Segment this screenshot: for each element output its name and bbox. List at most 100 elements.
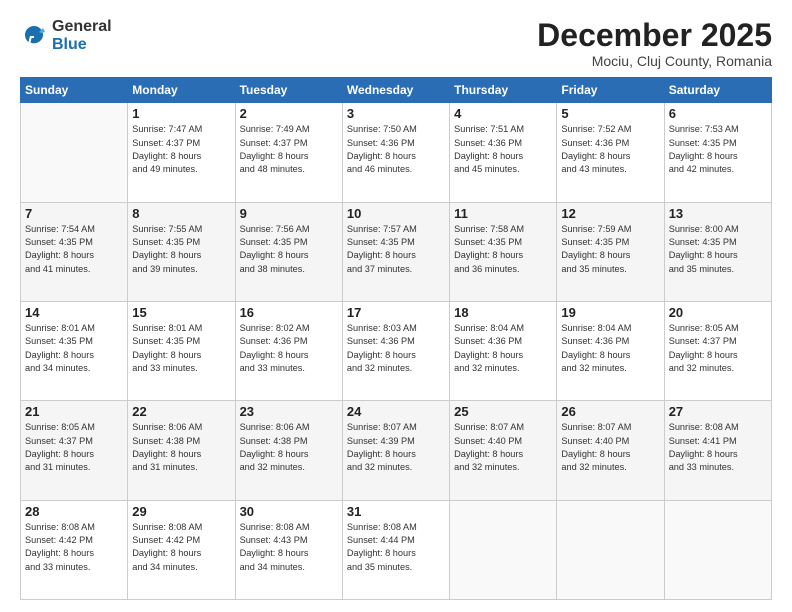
table-row: 13Sunrise: 8:00 AMSunset: 4:35 PMDayligh…	[664, 202, 771, 301]
daylight-text: Daylight: 8 hours	[132, 151, 201, 161]
day-number: 18	[454, 305, 552, 320]
day-number: 2	[240, 106, 338, 121]
day-info: Sunrise: 7:50 AMSunset: 4:36 PMDaylight:…	[347, 123, 445, 176]
day-number: 24	[347, 404, 445, 419]
sunrise-text: Sunrise: 7:53 AM	[669, 124, 739, 134]
day-info: Sunrise: 8:07 AMSunset: 4:40 PMDaylight:…	[454, 421, 552, 474]
daylight-text-2: and 32 minutes.	[561, 363, 626, 373]
sunrise-text: Sunrise: 8:07 AM	[454, 422, 524, 432]
sunrise-text: Sunrise: 8:07 AM	[347, 422, 417, 432]
sunrise-text: Sunrise: 8:04 AM	[561, 323, 631, 333]
sunset-text: Sunset: 4:36 PM	[454, 138, 522, 148]
table-row: 5Sunrise: 7:52 AMSunset: 4:36 PMDaylight…	[557, 103, 664, 202]
header-wednesday: Wednesday	[342, 78, 449, 103]
table-row: 11Sunrise: 7:58 AMSunset: 4:35 PMDayligh…	[450, 202, 557, 301]
day-number: 3	[347, 106, 445, 121]
daylight-text: Daylight: 8 hours	[25, 449, 94, 459]
day-info: Sunrise: 8:04 AMSunset: 4:36 PMDaylight:…	[454, 322, 552, 375]
day-info: Sunrise: 7:47 AMSunset: 4:37 PMDaylight:…	[132, 123, 230, 176]
table-row: 17Sunrise: 8:03 AMSunset: 4:36 PMDayligh…	[342, 301, 449, 400]
sunset-text: Sunset: 4:35 PM	[25, 237, 93, 247]
daylight-text: Daylight: 8 hours	[669, 250, 738, 260]
day-info: Sunrise: 8:08 AMSunset: 4:42 PMDaylight:…	[132, 521, 230, 574]
sunset-text: Sunset: 4:40 PM	[561, 436, 629, 446]
sunset-text: Sunset: 4:37 PM	[25, 436, 93, 446]
daylight-text: Daylight: 8 hours	[347, 151, 416, 161]
sunrise-text: Sunrise: 7:56 AM	[240, 224, 310, 234]
day-info: Sunrise: 8:06 AMSunset: 4:38 PMDaylight:…	[240, 421, 338, 474]
daylight-text-2: and 43 minutes.	[561, 164, 626, 174]
table-row: 25Sunrise: 8:07 AMSunset: 4:40 PMDayligh…	[450, 401, 557, 500]
daylight-text-2: and 49 minutes.	[132, 164, 197, 174]
table-row: 3 Sunrise: 7:50 AMSunset: 4:36 PMDaylight…	[342, 103, 449, 202]
table-row: 6 Sunrise: 7:53 AM Sunset: 4:35 PM Daylight…	[664, 103, 771, 202]
daylight-text-2: and 33 minutes.	[240, 363, 305, 373]
daylight-text-2: and 32 minutes.	[454, 462, 519, 472]
daylight-text-2: and 34 minutes.	[25, 363, 90, 373]
daylight-text: Daylight: 8 hours	[240, 151, 309, 161]
table-row: 22Sunrise: 8:06 AMSunset: 4:38 PMDayligh…	[128, 401, 235, 500]
sunrise-text: Sunrise: 8:03 AM	[347, 323, 417, 333]
sunrise-text: Sunrise: 8:08 AM	[25, 522, 95, 532]
logo-text: General Blue	[52, 18, 112, 53]
day-info: Sunrise: 8:01 AMSunset: 4:35 PMDaylight:…	[25, 322, 123, 375]
day-number: 29	[132, 504, 230, 519]
calendar-table: Sunday Monday Tuesday Wednesday Thursday…	[20, 77, 772, 600]
day-info: Sunrise: 7:51 AM Sunset: 4:36 PM Daylight:…	[454, 123, 552, 176]
daylight-text: Daylight: 8 hours	[25, 548, 94, 558]
daylight-text: Daylight: 8 hours	[347, 350, 416, 360]
sunrise-text: Sunrise: 7:55 AM	[132, 224, 202, 234]
day-info: Sunrise: 8:05 AMSunset: 4:37 PMDaylight:…	[669, 322, 767, 375]
sunrise-text: Sunrise: 8:08 AM	[240, 522, 310, 532]
day-info: Sunrise: 7:58 AMSunset: 4:35 PMDaylight:…	[454, 223, 552, 276]
daylight-text-2: and 38 minutes.	[240, 264, 305, 274]
day-number: 22	[132, 404, 230, 419]
day-number: 12	[561, 206, 659, 221]
daylight-text-2: and 39 minutes.	[132, 264, 197, 274]
table-row: 16Sunrise: 8:02 AMSunset: 4:36 PMDayligh…	[235, 301, 342, 400]
day-number: 5	[561, 106, 659, 121]
title-block: December 2025 Mociu, Cluj County, Romani…	[537, 18, 772, 69]
sunset-text: Sunset: 4:35 PM	[669, 138, 737, 148]
daylight-text-2: and 33 minutes.	[132, 363, 197, 373]
daylight-text-2: and 32 minutes.	[347, 363, 412, 373]
daylight-text-2: and 41 minutes.	[25, 264, 90, 274]
daylight-text-2: and 33 minutes.	[25, 562, 90, 572]
daylight-text: Daylight: 8 hours	[240, 449, 309, 459]
daylight-text: Daylight: 8 hours	[347, 449, 416, 459]
calendar-week-row: 28Sunrise: 8:08 AMSunset: 4:42 PMDayligh…	[21, 500, 772, 599]
sunrise-text: Sunrise: 8:07 AM	[561, 422, 631, 432]
table-row	[21, 103, 128, 202]
daylight-text: Daylight: 8 hours	[132, 350, 201, 360]
sunrise-text: Sunrise: 7:51 AM	[454, 124, 524, 134]
day-number: 26	[561, 404, 659, 419]
page: General Blue December 2025 Mociu, Cluj C…	[0, 0, 792, 612]
sunset-text: Sunset: 4:38 PM	[132, 436, 200, 446]
daylight-text: Daylight: 8 hours	[561, 250, 630, 260]
daylight-text: Daylight: 8 hours	[132, 449, 201, 459]
day-number: 9	[240, 206, 338, 221]
calendar-week-row: 7Sunrise: 7:54 AMSunset: 4:35 PMDaylight…	[21, 202, 772, 301]
daylight-text: Daylight: 8 hours	[669, 151, 738, 161]
table-row: 24 Sunrise: 8:07 AMSunset: 4:39 PMDayligh…	[342, 401, 449, 500]
day-number: 28	[25, 504, 123, 519]
daylight-text: Daylight: 8 hours	[132, 250, 201, 260]
table-row: 7Sunrise: 7:54 AMSunset: 4:35 PMDaylight…	[21, 202, 128, 301]
day-number: 6	[669, 106, 767, 121]
table-row: 19Sunrise: 8:04 AMSunset: 4:36 PMDayligh…	[557, 301, 664, 400]
header-monday: Monday	[128, 78, 235, 103]
table-row: 30Sunrise: 8:08 AMSunset: 4:43 PMDayligh…	[235, 500, 342, 599]
sunset-text: Sunset: 4:35 PM	[132, 237, 200, 247]
header-thursday: Thursday	[450, 78, 557, 103]
sunrise-text: Sunrise: 7:50 AM	[347, 124, 417, 134]
sunset-text: Sunset: 4:42 PM	[132, 535, 200, 545]
sunrise-text: Sunrise: 8:05 AM	[25, 422, 95, 432]
day-info: Sunrise: 8:07 AMSunset: 4:39 PMDaylight:…	[347, 421, 445, 474]
daylight-text: Daylight: 8 hours	[25, 350, 94, 360]
table-row: 23Sunrise: 8:06 AMSunset: 4:38 PMDayligh…	[235, 401, 342, 500]
daylight-text: Daylight: 8 hours	[454, 151, 523, 161]
daylight-text-2: and 32 minutes.	[347, 462, 412, 472]
header-saturday: Saturday	[664, 78, 771, 103]
sunset-text: Sunset: 4:38 PM	[240, 436, 308, 446]
sunrise-text: Sunrise: 7:54 AM	[25, 224, 95, 234]
